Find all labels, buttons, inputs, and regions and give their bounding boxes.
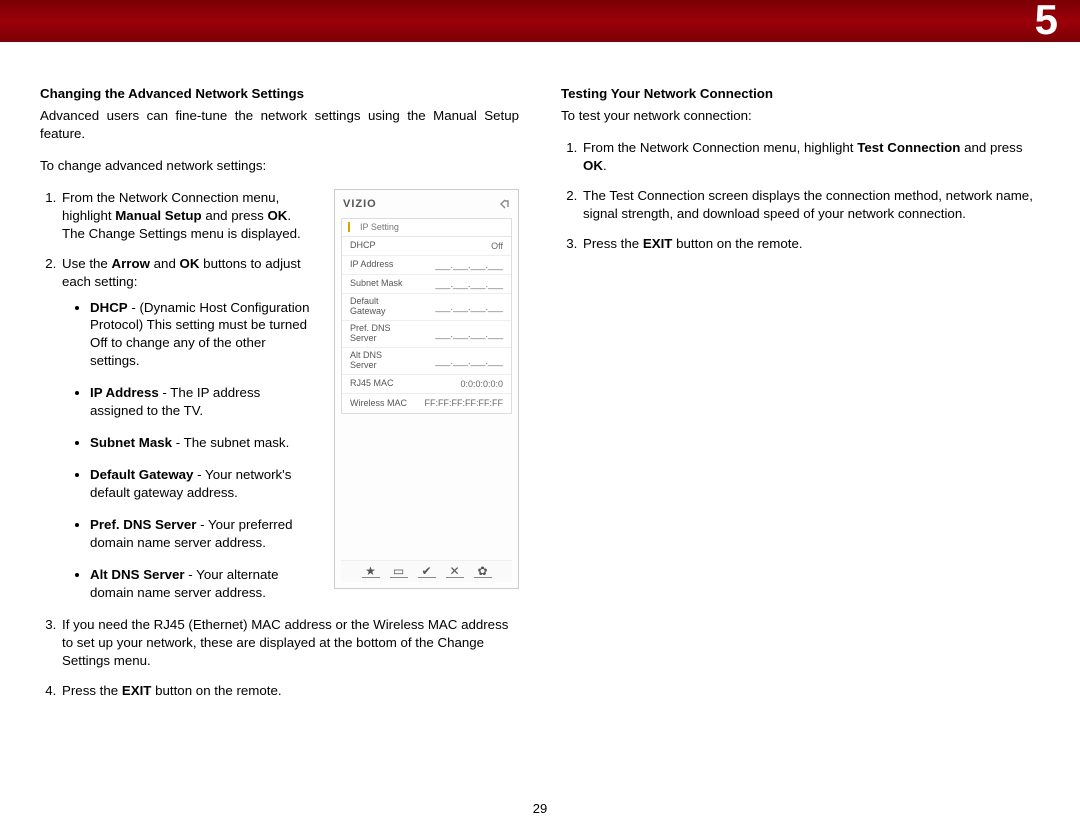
test-step-1: From the Network Connection menu, highli… <box>581 139 1040 175</box>
text-bold: Manual Setup <box>115 208 201 223</box>
text: button on the remote. <box>151 683 281 698</box>
tv-row-label: DHCP <box>350 241 491 250</box>
tv-row-value: ___.___.___.___ <box>435 356 503 366</box>
v-icon: ✔ <box>418 565 436 578</box>
text: . <box>603 158 607 173</box>
right-column: Testing Your Network Connection To test … <box>561 86 1040 711</box>
chapter-number: 5 <box>1035 0 1058 44</box>
tv-menu-title-row: IP Setting <box>342 219 511 237</box>
text: and press <box>960 140 1022 155</box>
test-step-2: The Test Connection screen displays the … <box>581 187 1040 223</box>
close-icon: ✕ <box>446 565 464 578</box>
text-bold: OK <box>267 208 287 223</box>
tv-menu-title: IP Setting <box>360 222 399 232</box>
test-step-3: Press the EXIT button on the remote. <box>581 235 1040 253</box>
tv-row-label: Alt DNS Server <box>350 351 435 370</box>
text-bold: Default Gateway <box>90 467 193 482</box>
tv-footer: ★ ▭ ✔ ✕ ✿ <box>341 560 512 582</box>
tv-row-label: RJ45 MAC <box>350 379 460 388</box>
advanced-lead: To change advanced network settings: <box>40 157 519 175</box>
tv-row-value: 0:0:0:0:0:0 <box>460 379 503 389</box>
tv-row-wmac: Wireless MAC FF:FF:FF:FF:FF:FF <box>342 394 511 413</box>
tv-row-subnet: Subnet Mask ___.___.___.___ <box>342 275 511 294</box>
chapter-header-bar: 5 <box>0 0 1080 42</box>
tv-row-label: Default Gateway <box>350 297 435 316</box>
tv-screenshot: VIZIO IP Setting DHCP Off IP Ad <box>334 189 519 589</box>
text: - The subnet mask. <box>172 435 289 450</box>
left-column: Changing the Advanced Network Settings A… <box>40 86 519 711</box>
tv-row-label: IP Address <box>350 260 435 269</box>
text-bold: Subnet Mask <box>90 435 172 450</box>
tv-row-value: ___.___.___.___ <box>435 329 503 339</box>
page-number: 29 <box>0 801 1080 816</box>
tv-row-label: Wireless MAC <box>350 399 425 408</box>
advanced-intro: Advanced users can fine-tune the network… <box>40 107 519 143</box>
tv-row-label: Subnet Mask <box>350 279 435 288</box>
back-arrow-icon <box>498 198 510 210</box>
text-bold: OK <box>180 256 200 271</box>
text: Press the <box>62 683 122 698</box>
tv-row-altdns: Alt DNS Server ___.___.___.___ <box>342 348 511 375</box>
text-bold: EXIT <box>122 683 152 698</box>
section-title-advanced: Changing the Advanced Network Settings <box>40 86 519 101</box>
text: and press <box>202 208 268 223</box>
tv-row-label: Pref. DNS Server <box>350 324 435 343</box>
text-bold: IP Address <box>90 385 159 400</box>
text-bold: Pref. DNS Server <box>90 517 196 532</box>
tv-row-dhcp: DHCP Off <box>342 237 511 256</box>
step-4: Press the EXIT button on the remote. <box>60 682 519 700</box>
text-bold: DHCP <box>90 300 128 315</box>
tv-spacer <box>335 420 518 560</box>
tv-frame: VIZIO IP Setting DHCP Off IP Ad <box>334 189 519 589</box>
page-body: Changing the Advanced Network Settings A… <box>0 42 1080 711</box>
tv-row-rj45: RJ45 MAC 0:0:0:0:0:0 <box>342 375 511 394</box>
text: From the Network Connection menu, highli… <box>583 140 857 155</box>
text-bold: Arrow <box>112 256 150 271</box>
tv-row-ip: IP Address ___.___.___.___ <box>342 256 511 275</box>
pip-icon: ▭ <box>390 565 408 578</box>
tv-header: VIZIO <box>335 190 518 218</box>
testing-intro: To test your network connection: <box>561 107 1040 125</box>
text-bold: Alt DNS Server <box>90 567 185 582</box>
tv-row-value: ___.___.___.___ <box>435 260 503 270</box>
section-title-testing: Testing Your Network Connection <box>561 86 1040 101</box>
text: Press the <box>583 236 643 251</box>
tv-row-value: Off <box>491 241 503 251</box>
text-bold: OK <box>583 158 603 173</box>
text-bold: EXIT <box>643 236 673 251</box>
text: and <box>150 256 180 271</box>
text: button on the remote. <box>672 236 802 251</box>
tv-row-value: ___.___.___.___ <box>435 279 503 289</box>
tv-row-prefdns: Pref. DNS Server ___.___.___.___ <box>342 321 511 348</box>
tv-row-value: FF:FF:FF:FF:FF:FF <box>425 398 503 408</box>
text: Use the <box>62 256 112 271</box>
tv-row-value: ___.___.___.___ <box>435 302 503 312</box>
tv-brand: VIZIO <box>343 198 492 210</box>
tv-row-gateway: Default Gateway ___.___.___.___ <box>342 294 511 321</box>
text-bold: Test Connection <box>857 140 960 155</box>
selection-indicator-icon <box>348 222 350 232</box>
tv-menu: IP Setting DHCP Off IP Address ___.___._… <box>341 218 512 414</box>
star-icon: ★ <box>362 565 380 578</box>
step-3: If you need the RJ45 (Ethernet) MAC addr… <box>60 616 519 670</box>
gear-icon: ✿ <box>474 565 492 578</box>
